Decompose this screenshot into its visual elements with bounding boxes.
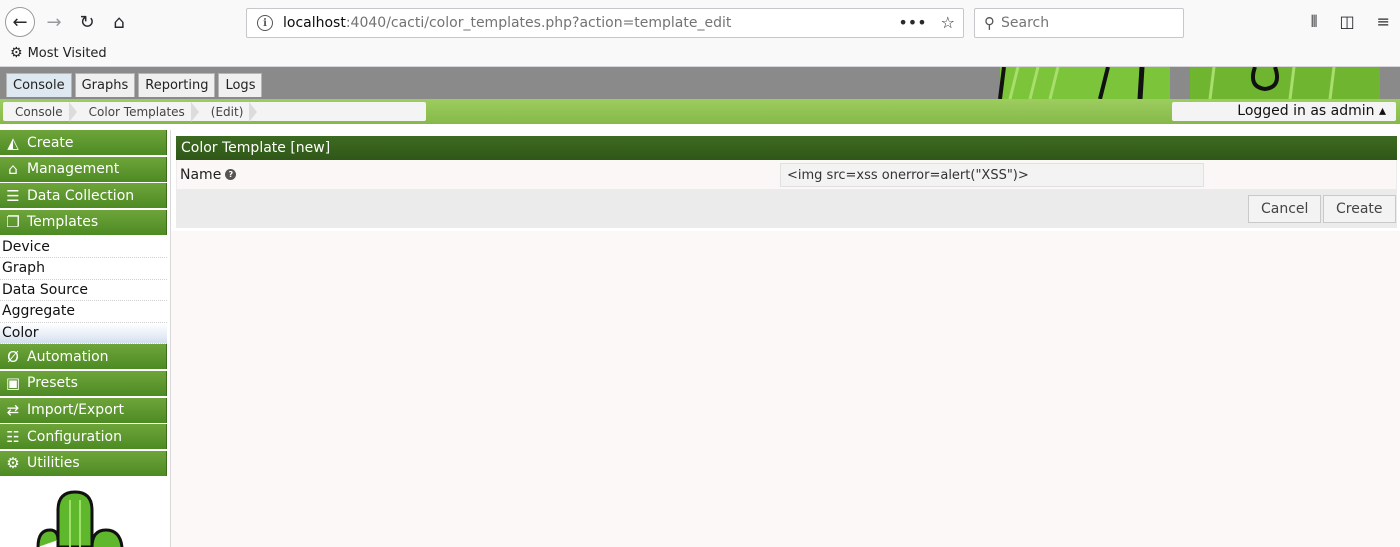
sidebar-section-label: Automation (27, 348, 109, 365)
sidebar-item-device[interactable]: Device (0, 236, 167, 258)
sidebar-item-import-export[interactable]: ⇄ Import/Export (0, 397, 167, 423)
import-export-icon: ⇄ (6, 401, 20, 420)
home-icon[interactable]: ⌂ (104, 7, 134, 37)
back-icon[interactable]: ← (5, 7, 35, 37)
sidebar-section-label: Templates (27, 214, 99, 231)
tab-reporting[interactable]: Reporting (138, 73, 216, 97)
cacti-logo (36, 490, 124, 547)
sidebar-item-presets[interactable]: ▣ Presets (0, 370, 167, 396)
console-sidebar: ◭ Create ⌂ Management ☰ Data Collection … (0, 130, 167, 547)
breadcrumb-color-templates[interactable]: Color Templates (77, 101, 199, 122)
sidebar-section-label: Configuration (27, 428, 122, 445)
presets-icon: ▣ (5, 374, 21, 393)
form-actions: Cancel Create (176, 190, 1397, 228)
tab-console[interactable]: Console (6, 73, 72, 97)
copy-icon: ❐ (6, 213, 20, 232)
gears-icon: ⚙ (6, 454, 20, 473)
sidebar-item-automation[interactable]: Ø Automation (0, 344, 167, 370)
sidebar-item-color[interactable]: Color (0, 322, 167, 345)
url-path: :4040/cacti/color_templates.php?action=t… (345, 15, 732, 31)
search-icon: ⚲ (984, 14, 995, 32)
cactus-banner-image (990, 67, 1400, 99)
sidebar-section-label: Data Collection (27, 187, 135, 204)
forward-icon[interactable]: → (39, 7, 69, 37)
breadcrumb-bar: Console Color Templates (Edit) Logged in… (0, 99, 1400, 124)
bookmark-label: Most Visited (27, 45, 107, 61)
sidebar-item-management[interactable]: ⌂ Management (0, 156, 167, 182)
breadcrumb-console[interactable]: Console (3, 101, 77, 122)
tab-graphs[interactable]: Graphs (74, 73, 136, 97)
gear-icon: ⚙ (10, 45, 23, 61)
sliders-icon: ☷ (6, 427, 20, 446)
logged-in-user-menu[interactable]: Logged in as admin ▴ (1172, 102, 1396, 121)
menu-icon[interactable]: ≡ (1377, 12, 1390, 32)
sidebar-item-graph[interactable]: Graph (0, 258, 167, 280)
bookmark-most-visited[interactable]: ⚙ Most Visited (10, 45, 107, 61)
reload-icon[interactable]: ↻ (72, 7, 102, 37)
url-host: localhost (283, 15, 346, 31)
sidebar-section-label: Import/Export (27, 402, 125, 419)
sidebar-section-label: Presets (27, 375, 78, 392)
color-template-form: Color Template [new] Name ? Cancel Creat… (176, 136, 1397, 228)
bookmark-star-icon[interactable]: ☆ (941, 13, 955, 32)
panel-title: Color Template [new] (176, 136, 1397, 160)
chart-icon: ◭ (7, 133, 19, 152)
page-actions-icon[interactable]: ••• (898, 13, 926, 32)
sidebar-toggle-icon[interactable]: ◫ (1339, 12, 1354, 32)
cacti-header: Console Graphs Reporting Logs (0, 67, 1400, 99)
name-label-text: Name (180, 166, 222, 183)
tab-logs[interactable]: Logs (218, 73, 263, 97)
home-icon: ⌂ (8, 160, 18, 179)
library-icon[interactable]: ⫴ (1311, 12, 1318, 32)
browser-toolbar: ← → ↻ ⌂ i localhost:4040/cacti/color_tem… (0, 0, 1400, 67)
url-text[interactable]: localhost:4040/cacti/color_templates.php… (283, 15, 731, 31)
main-tabs: Console Graphs Reporting Logs (6, 73, 263, 97)
address-bar[interactable]: i localhost:4040/cacti/color_templates.p… (246, 8, 964, 38)
database-icon: ☰ (6, 186, 20, 205)
sidebar-item-data-source[interactable]: Data Source (0, 280, 167, 302)
sidebar-item-create[interactable]: ◭ Create (0, 130, 167, 155)
sidebar-section-label: Management (27, 161, 120, 178)
name-input[interactable] (780, 163, 1204, 187)
sidebar-section-label: Utilities (27, 455, 80, 472)
name-label: Name ? (180, 166, 237, 183)
automation-icon: Ø (7, 347, 19, 366)
sidebar-item-templates[interactable]: ❐ Templates (0, 209, 167, 235)
sidebar-item-data-collection[interactable]: ☰ Data Collection (0, 183, 167, 209)
browser-search[interactable]: ⚲ (974, 8, 1184, 38)
search-input[interactable] (1001, 15, 1161, 31)
info-icon[interactable]: i (257, 15, 273, 31)
breadcrumb: Console Color Templates (Edit) (3, 101, 426, 122)
sidebar-item-utilities[interactable]: ⚙ Utilities (0, 450, 167, 476)
breadcrumb-edit: (Edit) (199, 101, 258, 122)
name-row: Name ? (176, 160, 1397, 190)
sidebar-item-aggregate[interactable]: Aggregate (0, 301, 167, 323)
help-icon[interactable]: ? (225, 169, 237, 180)
create-button[interactable]: Create (1323, 195, 1396, 223)
sidebar-section-label: Create (27, 134, 74, 151)
cancel-button[interactable]: Cancel (1248, 195, 1322, 223)
content-background (171, 231, 1400, 547)
sidebar-item-configuration[interactable]: ☷ Configuration (0, 424, 167, 450)
